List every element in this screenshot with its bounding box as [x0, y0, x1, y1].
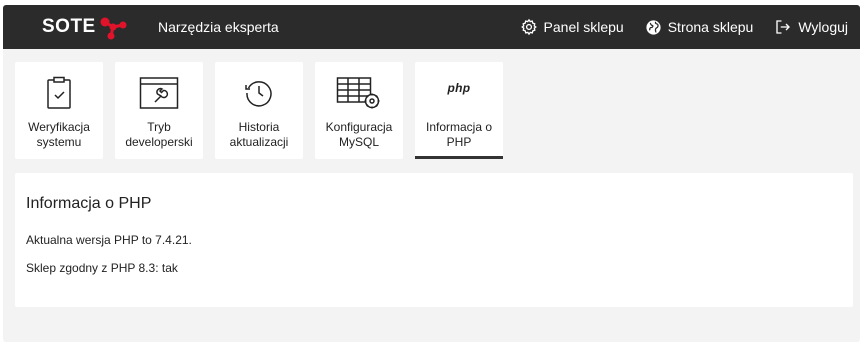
- php-logo-icon: php: [447, 81, 471, 95]
- developer-window-wrench-icon: [139, 77, 179, 109]
- php-info-panel: Informacja o PHP Aktualna wersja PHP to …: [15, 173, 853, 307]
- app-title: Narzędzia eksperta: [158, 19, 279, 35]
- tile-konfiguracja-mysql[interactable]: Konfiguracja MySQL: [315, 62, 403, 159]
- gear-icon: [520, 18, 537, 36]
- tile-tryb-developerski[interactable]: Tryb developerski: [115, 62, 203, 159]
- tile-icon-wrap: [243, 62, 275, 120]
- panel-sklepu-label: Panel sklepu: [543, 19, 624, 35]
- logo-mark-icon: [100, 17, 127, 40]
- wyloguj-label: Wyloguj: [798, 19, 848, 35]
- logo[interactable]: SOTE: [42, 14, 158, 40]
- tile-informacja-o-php[interactable]: php Informacja o PHP: [415, 62, 503, 159]
- top-actions: Panel sklepu Strona sklepu Wyloguj: [520, 5, 860, 49]
- tile-weryfikacja-systemu[interactable]: Weryfikacja systemu: [15, 62, 103, 159]
- tile-icon-wrap: [139, 62, 179, 120]
- php-compat-text: Sklep zgodny z PHP 8.3: tak: [26, 261, 178, 275]
- tile-label: Historia aktualizacji: [229, 120, 289, 149]
- panel-title: Informacja o PHP: [26, 195, 152, 212]
- wyloguj-link[interactable]: Wyloguj: [774, 18, 848, 36]
- tile-icon-wrap: [46, 62, 72, 120]
- tile-label: Informacja o PHP: [425, 120, 493, 149]
- clipboard-check-icon: [47, 76, 71, 109]
- globe-icon: [646, 19, 661, 35]
- logout-icon: [776, 20, 791, 34]
- top-bar: SOTE Narzędzia eksperta Panel sklepu Str…: [3, 5, 860, 49]
- tile-icon-wrap: [336, 62, 382, 120]
- table-gear-icon: [336, 77, 380, 109]
- tile-label: Tryb developerski: [125, 120, 193, 149]
- tile-label: Konfiguracja MySQL: [325, 120, 393, 149]
- panel-sklepu-link[interactable]: Panel sklepu: [520, 18, 624, 36]
- strona-sklepu-label: Strona sklepu: [667, 19, 754, 35]
- tile-historia-aktualizacji[interactable]: Historia aktualizacji: [215, 62, 303, 159]
- strona-sklepu-link[interactable]: Strona sklepu: [645, 19, 754, 36]
- tile-label: Weryfikacja systemu: [28, 120, 90, 149]
- logo-text: SOTE: [42, 16, 96, 37]
- history-clock-icon: [245, 81, 272, 107]
- tile-icon-wrap: php: [448, 62, 471, 120]
- php-version-text: Aktualna wersja PHP to 7.4.21.: [26, 233, 192, 247]
- app-window: SOTE Narzędzia eksperta Panel sklepu Str…: [3, 5, 860, 342]
- tool-tiles: Weryfikacja systemu Tryb developerski Hi…: [15, 62, 860, 159]
